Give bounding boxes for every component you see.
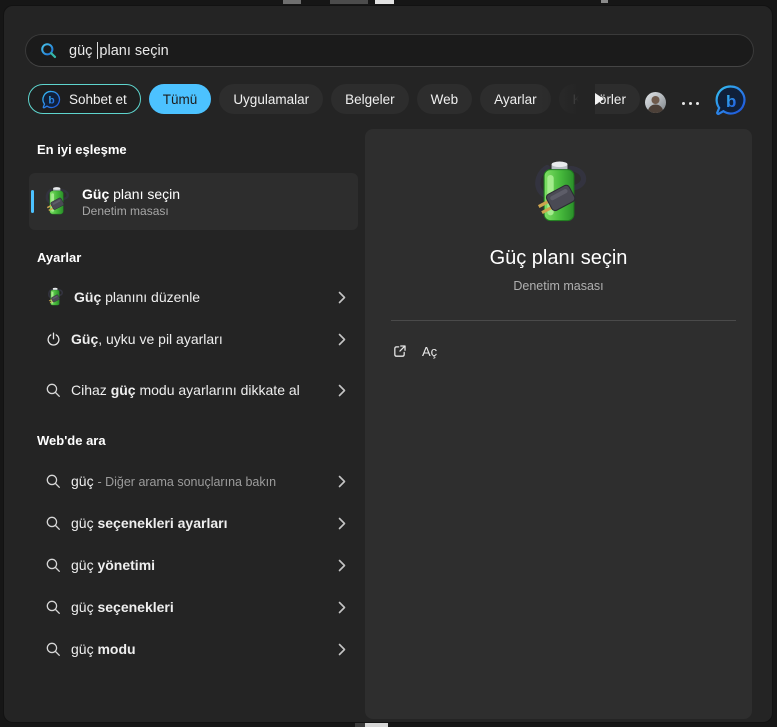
chevron-right-icon xyxy=(338,291,346,304)
pills-overflow-fade xyxy=(541,80,595,118)
more-options-button[interactable] xyxy=(682,100,704,106)
text-caret xyxy=(97,42,98,59)
power-plan-battery-icon xyxy=(41,186,72,217)
search-flyout-window: güç planı seçin Sohbet et Tümü Uygulamal… xyxy=(3,5,773,723)
best-match-result[interactable]: Güç planı seçin Denetim masası xyxy=(29,173,358,230)
person-icon xyxy=(645,92,666,113)
play-arrow-icon xyxy=(591,91,607,107)
battery-icon xyxy=(45,287,65,307)
bing-chat-icon xyxy=(42,90,61,109)
filter-tab-web[interactable]: Web xyxy=(417,84,473,114)
web-result-power-options[interactable]: güç seçenekleri xyxy=(29,586,358,628)
filter-tab-documents[interactable]: Belgeler xyxy=(331,84,409,114)
result-label: güç seçenekleri xyxy=(71,598,329,617)
filter-chat-button[interactable]: Sohbet et xyxy=(28,84,141,114)
web-result-more-results[interactable]: güç - Diğer arama sonuçlarına bakın xyxy=(29,460,358,502)
filter-label: Belgeler xyxy=(345,92,395,107)
chevron-right-icon xyxy=(338,601,346,614)
chevron-right-icon xyxy=(338,475,346,488)
result-label: güç yönetimi xyxy=(71,556,329,575)
bing-icon xyxy=(715,84,747,116)
result-label: güç seçenekleri ayarları xyxy=(71,514,329,533)
filter-chat-label: Sohbet et xyxy=(69,92,127,107)
result-label: Güç, uyku ve pil ayarları xyxy=(71,330,329,349)
preview-subtitle: Denetim masası xyxy=(513,279,603,293)
bing-logo-button[interactable] xyxy=(715,84,747,116)
best-match-subtitle: Denetim masası xyxy=(82,204,180,218)
best-match-title: Güç planı seçin xyxy=(82,186,180,202)
background-window-sliver xyxy=(375,0,394,4)
result-label: Güç planını düzenle xyxy=(74,288,329,307)
filter-label: Uygulamalar xyxy=(233,92,309,107)
open-label: Aç xyxy=(422,344,437,359)
preview-pane: Güç planı seçin Denetim masası Aç xyxy=(365,129,752,719)
selection-accent-bar xyxy=(31,190,34,213)
web-result-power-management[interactable]: güç yönetimi xyxy=(29,544,358,586)
search-icon xyxy=(45,473,62,490)
background-window-sliver xyxy=(601,0,608,3)
chevron-right-icon xyxy=(338,643,346,656)
more-filters-button[interactable] xyxy=(591,91,607,107)
result-label: Cihaz güç modu ayarlarını dikkate al xyxy=(71,381,309,400)
filter-tab-apps[interactable]: Uygulamalar xyxy=(219,84,323,114)
search-icon xyxy=(45,515,62,532)
chevron-right-icon xyxy=(338,384,346,397)
filter-label: Ayarlar xyxy=(494,92,537,107)
search-icon xyxy=(45,599,62,616)
preview-title: Güç planı seçin xyxy=(490,247,628,270)
settings-result-power-sleep-battery[interactable]: Güç, uyku ve pil ayarları xyxy=(29,318,358,360)
section-header-web-search: Web'de ara xyxy=(37,433,106,448)
search-icon xyxy=(45,382,62,399)
section-header-settings: Ayarlar xyxy=(37,250,81,265)
open-external-icon xyxy=(391,343,408,360)
chevron-right-icon xyxy=(338,517,346,530)
user-avatar[interactable] xyxy=(645,92,666,113)
search-input[interactable]: güç planı seçin xyxy=(25,34,754,67)
filter-label: Tümü xyxy=(163,92,198,107)
settings-result-device-power-mode[interactable]: Cihaz güç modu ayarlarını dikkate al xyxy=(29,364,358,416)
background-window-sliver xyxy=(330,0,368,4)
preview-divider xyxy=(391,320,736,321)
search-query: güç planı seçin xyxy=(69,42,169,59)
power-icon xyxy=(45,331,62,348)
chevron-right-icon xyxy=(338,333,346,346)
search-icon xyxy=(45,641,62,658)
background-window-sliver xyxy=(283,0,301,4)
web-result-power-mode[interactable]: güç modu xyxy=(29,628,358,670)
open-button[interactable]: Aç xyxy=(381,337,447,366)
result-label: güç modu xyxy=(71,640,329,659)
chevron-right-icon xyxy=(338,559,346,572)
power-plan-battery-icon-large xyxy=(525,159,593,227)
section-header-best-match: En iyi eşleşme xyxy=(37,142,127,157)
settings-result-edit-power-plan[interactable]: Güç planını düzenle xyxy=(29,276,358,318)
filter-label: Web xyxy=(431,92,459,107)
search-icon xyxy=(40,42,57,59)
search-icon xyxy=(45,557,62,574)
web-result-power-options-settings[interactable]: güç seçenekleri ayarları xyxy=(29,502,358,544)
filter-tab-all[interactable]: Tümü xyxy=(149,84,212,114)
result-label: güç - Diğer arama sonuçlarına bakın xyxy=(71,472,329,491)
